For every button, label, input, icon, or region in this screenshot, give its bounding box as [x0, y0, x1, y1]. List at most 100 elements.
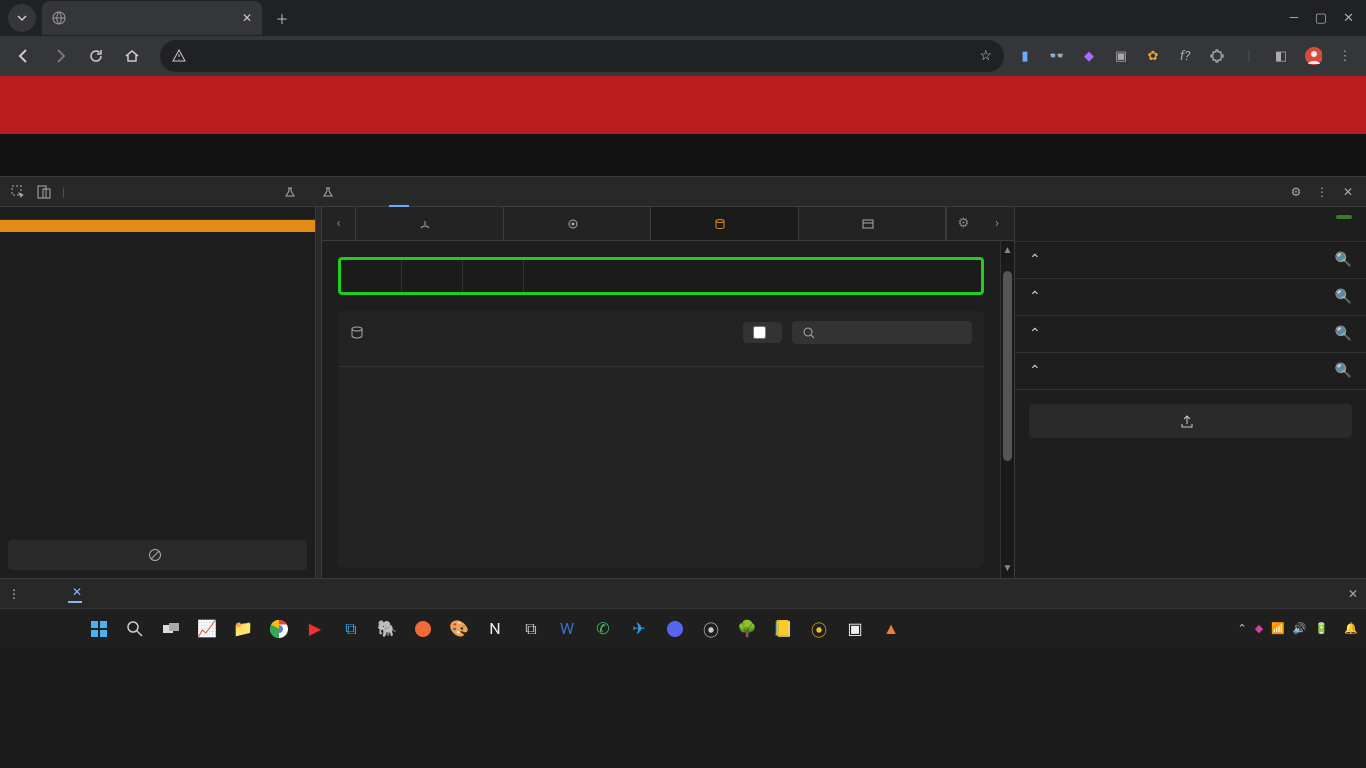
section-middleware[interactable]: ⌃🔍: [1015, 316, 1366, 353]
search-icon[interactable]: 🔍: [1335, 252, 1352, 268]
request-row[interactable]: [0, 220, 315, 232]
tab-console[interactable]: [93, 177, 113, 207]
volume-icon[interactable]: 🔊: [1293, 622, 1307, 635]
section-headers[interactable]: ⌃🔍: [1015, 242, 1366, 279]
telegram-icon[interactable]: ✈: [624, 614, 654, 644]
address-bar[interactable]: ☆: [160, 40, 1004, 72]
app-icon[interactable]: 📒: [768, 614, 798, 644]
whatsapp-icon[interactable]: ✆: [588, 614, 618, 644]
discord-icon[interactable]: [660, 614, 690, 644]
new-tab-button[interactable]: ＋: [268, 4, 296, 32]
search-icon[interactable]: [120, 614, 150, 644]
section-session[interactable]: ⌃🔍: [1015, 353, 1366, 390]
cw-settings-icon[interactable]: ⚙: [946, 207, 980, 240]
tray-chevron-icon[interactable]: ⌃: [1238, 622, 1247, 635]
drawer-menu-icon[interactable]: ⋮: [8, 587, 20, 601]
gear-icon[interactable]: ⚙: [1284, 180, 1308, 204]
tab-lighthouse[interactable]: [247, 177, 267, 207]
extension-icon[interactable]: ✿: [1144, 47, 1162, 65]
tab-clockwork[interactable]: [389, 177, 409, 207]
scrollbar-thumb[interactable]: [1003, 271, 1012, 461]
notion-icon[interactable]: N: [480, 614, 510, 644]
close-window-icon[interactable]: ✕: [1343, 11, 1354, 26]
forward-button[interactable]: [44, 40, 76, 72]
reload-button[interactable]: [80, 40, 112, 72]
tab-perf-insights[interactable]: [307, 177, 343, 207]
close-tab-icon[interactable]: ✕: [242, 11, 252, 25]
cw-tab-performance[interactable]: [356, 207, 504, 240]
extension-icon[interactable]: f?: [1176, 47, 1194, 65]
app-icon[interactable]: ⦿: [804, 614, 834, 644]
search-icon[interactable]: 🔍: [1335, 363, 1352, 379]
tab-search-button[interactable]: [8, 4, 36, 32]
tray-app-icon[interactable]: ◆: [1255, 622, 1263, 635]
clear-button[interactable]: [8, 540, 307, 570]
youtube-icon[interactable]: ▶: [300, 614, 330, 644]
tab-performance[interactable]: [159, 177, 179, 207]
tab-network[interactable]: [137, 177, 157, 207]
battery-icon[interactable]: 🔋: [1315, 622, 1329, 635]
prettify-toggle[interactable]: [743, 322, 782, 343]
scroll-left-icon[interactable]: ‹: [322, 207, 356, 240]
scrollbar[interactable]: ▲ ▼: [1000, 241, 1014, 578]
extensions-button[interactable]: [1208, 47, 1226, 65]
tab-cookie-editor[interactable]: [367, 177, 387, 207]
figma-icon[interactable]: 🎨: [444, 614, 474, 644]
queries-search[interactable]: [792, 321, 972, 344]
scroll-right-icon[interactable]: ›: [980, 207, 1014, 240]
app-icon[interactable]: 📈: [192, 614, 222, 644]
close-drawer-icon[interactable]: ✕: [1348, 587, 1358, 601]
start-button[interactable]: [84, 614, 114, 644]
maximize-icon[interactable]: ▢: [1315, 11, 1327, 26]
app-icon[interactable]: 🐘: [372, 614, 402, 644]
taskview-icon[interactable]: [156, 614, 186, 644]
notifications-icon[interactable]: 🔔: [1344, 622, 1358, 635]
file-explorer-icon[interactable]: 📁: [228, 614, 258, 644]
vscode-icon[interactable]: ⧉: [336, 614, 366, 644]
search-icon[interactable]: 🔍: [1335, 289, 1352, 305]
wifi-icon[interactable]: 📶: [1271, 622, 1285, 635]
drawer-whatsnew[interactable]: ✕: [68, 585, 82, 603]
extension-icon[interactable]: 👓: [1048, 47, 1066, 65]
search-input[interactable]: [822, 325, 962, 340]
side-panel-icon[interactable]: ◧: [1272, 47, 1290, 65]
app-icon[interactable]: ▣: [840, 614, 870, 644]
more-icon[interactable]: ⋮: [1310, 180, 1334, 204]
vlc-icon[interactable]: ▲: [876, 614, 906, 644]
close-devtools-icon[interactable]: ✕: [1336, 180, 1360, 204]
section-cookies[interactable]: ⌃🔍: [1015, 279, 1366, 316]
obs-icon[interactable]: ⦿: [696, 614, 726, 644]
inspect-icon[interactable]: [6, 180, 30, 204]
device-toggle-icon[interactable]: [32, 180, 56, 204]
not-secure-indicator[interactable]: [172, 49, 192, 63]
extension-icon[interactable]: ▮: [1016, 47, 1034, 65]
cw-tab-models[interactable]: [504, 207, 652, 240]
search-icon[interactable]: 🔍: [1335, 326, 1352, 342]
tab-recorder[interactable]: [269, 177, 305, 207]
cw-tab-database[interactable]: [651, 207, 799, 240]
extension-icon[interactable]: ▣: [1112, 47, 1130, 65]
tab-elements[interactable]: [71, 177, 91, 207]
postman-icon[interactable]: [408, 614, 438, 644]
word-icon[interactable]: W: [552, 614, 582, 644]
scroll-down-icon[interactable]: ▼: [1001, 563, 1014, 574]
cw-tab-views[interactable]: [799, 207, 947, 240]
terminal-icon[interactable]: ⧉: [516, 614, 546, 644]
star-icon[interactable]: ☆: [979, 48, 992, 64]
scroll-up-icon[interactable]: ▲: [1001, 245, 1014, 256]
tab-security[interactable]: [225, 177, 245, 207]
tab-memory[interactable]: [181, 177, 201, 207]
minimize-icon[interactable]: —: [1289, 11, 1299, 26]
prettify-checkbox[interactable]: [753, 326, 766, 339]
app-icon[interactable]: 🌳: [732, 614, 762, 644]
share-button[interactable]: [1029, 404, 1352, 438]
profile-avatar[interactable]: [1304, 47, 1322, 65]
back-button[interactable]: [8, 40, 40, 72]
tab-application[interactable]: [203, 177, 223, 207]
menu-icon[interactable]: ⋮: [1336, 47, 1354, 65]
browser-tab[interactable]: ✕: [42, 1, 262, 35]
extension-icon[interactable]: ◆: [1080, 47, 1098, 65]
chrome-icon[interactable]: [264, 614, 294, 644]
tab-adblock[interactable]: [345, 177, 365, 207]
home-button[interactable]: [116, 40, 148, 72]
